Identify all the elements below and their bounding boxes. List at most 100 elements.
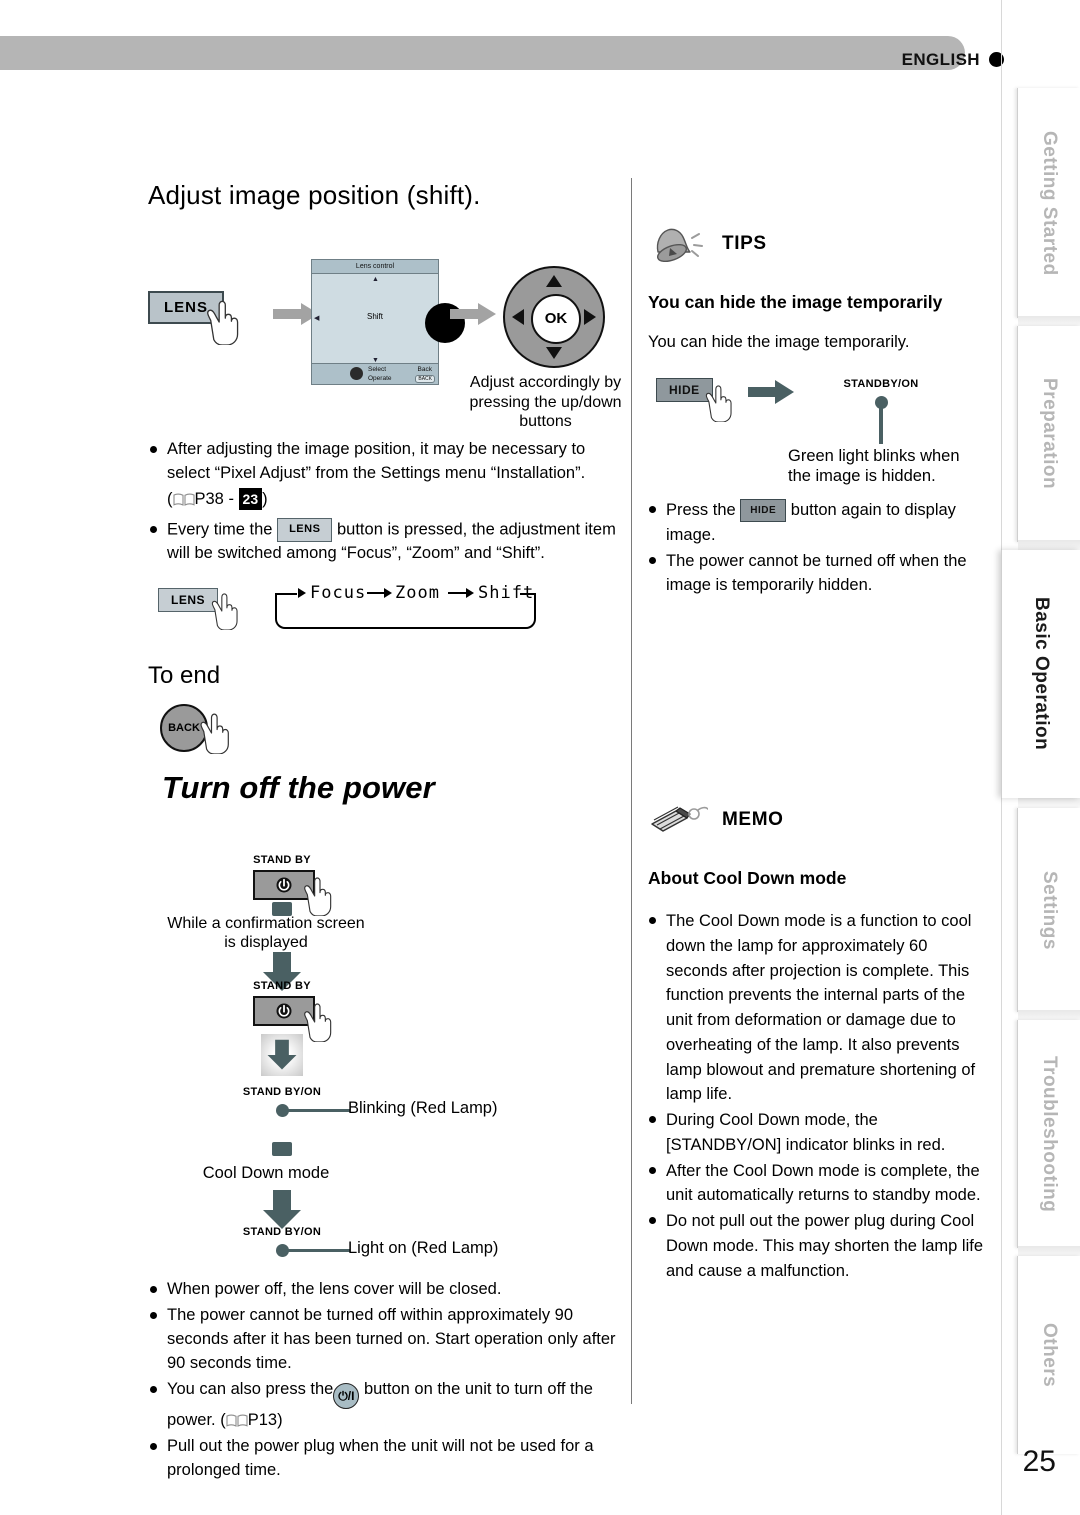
sidebar-item-troubleshooting[interactable]: Troubleshooting — [1017, 1020, 1080, 1248]
sidebar-item-basic-operation[interactable]: Basic Operation — [1001, 550, 1080, 798]
memo-heading: About Cool Down mode — [648, 868, 847, 888]
lens-button[interactable]: LENS — [148, 291, 225, 324]
list-item: The Cool Down mode is a function to cool… — [648, 909, 988, 1107]
tips-heading: You can hide the image temporarily — [648, 292, 943, 312]
ref-close: ) — [262, 489, 268, 508]
osd-body: ▲ ◀ ▶ ▼ Shift — [312, 274, 438, 364]
cycle-arrow-3-icon — [466, 587, 474, 598]
confirmation-note: While a confirmation screen is displayed — [167, 914, 365, 952]
header-language-label: ENGLISH — [901, 50, 980, 69]
lens-button-cycle[interactable]: LENS — [158, 587, 219, 612]
list-item: When power off, the lens cover will be c… — [148, 1278, 623, 1302]
list-item: Every time the LENS button is pressed, t… — [148, 517, 623, 566]
to-end-title: To end — [148, 661, 221, 689]
tips-header: TIPS — [648, 222, 988, 266]
lens-button-label: LENS — [148, 291, 225, 324]
sidebar-item-preparation[interactable]: Preparation — [1017, 326, 1080, 542]
light-on-red-lamp-text: Light on (Red Lamp) — [348, 1238, 499, 1257]
osd-lens-control-panel: Lens control ▲ ◀ ▶ ▼ Shift Select Operat… — [311, 259, 439, 385]
list-item: After adjusting the image position, it m… — [148, 438, 623, 512]
osd-title: Lens control — [312, 260, 438, 274]
sidebar-item-settings[interactable]: Settings — [1017, 808, 1080, 1012]
book-icon — [172, 490, 195, 506]
standby-button-1[interactable] — [253, 869, 315, 900]
flow-down-arrow-3-icon — [261, 1189, 303, 1230]
list-item: Do not pull out the power plug during Co… — [648, 1209, 988, 1283]
cycle-arrow-2-icon — [384, 587, 392, 598]
memo-header: MEMO — [648, 798, 988, 842]
header-bar — [0, 36, 965, 70]
list-item: The power cannot be turned off within ap… — [148, 1304, 623, 1376]
tab-label: Troubleshooting — [1039, 1055, 1060, 1213]
flow-connector-2 — [272, 1141, 292, 1156]
lens-button-inline[interactable]: LENS — [277, 517, 333, 542]
lens-button-cycle-label: LENS — [158, 587, 219, 612]
osd-wheel-icon — [350, 367, 363, 380]
indicator-caption: Green light blinks when the image is hid… — [788, 447, 960, 486]
list-item: During Cool Down mode, the [STANDBY/ON] … — [648, 1108, 988, 1158]
ref-badge: 23 — [238, 487, 263, 511]
note-power-part1: You can also press the — [167, 1379, 334, 1398]
right-column: TIPS You can hide the image temporarily … — [648, 222, 988, 1284]
pad-right-arrow-icon[interactable] — [584, 309, 596, 325]
lens-cycle-diagram: LENS Focus Zoom Shift — [148, 578, 623, 644]
osd-operate-label: Operate — [368, 375, 392, 382]
pad-left-arrow-icon[interactable] — [512, 309, 524, 325]
pencil-icon — [648, 798, 709, 842]
shift-notes-list: After adjusting the image position, it m… — [148, 438, 623, 566]
tips-paragraph: You can hide the image temporarily. — [648, 333, 910, 351]
tips-bullet-1-part1: Press the — [666, 501, 736, 519]
osd-back-button-label: BACK — [415, 375, 435, 383]
left-column: Adjust image position (shift). LENS Lens… — [148, 180, 623, 1485]
tab-label: Preparation — [1039, 378, 1060, 490]
osd-back-label: Back — [417, 366, 432, 373]
cursor-pad[interactable]: OK — [503, 266, 605, 368]
bullet-text-part1: Every time the — [167, 520, 273, 539]
cool-down-mode-text: Cool Down mode — [202, 1163, 330, 1182]
ok-button[interactable]: OK — [531, 294, 581, 344]
tips-title: TIPS — [722, 233, 767, 254]
hide-button-inline[interactable]: HIDE — [740, 499, 787, 523]
standby-on-label-1: STAND BY/ON — [242, 1085, 322, 1098]
to-end-diagram: BACK — [148, 690, 623, 762]
pad-down-arrow-icon[interactable] — [546, 347, 562, 359]
power-symbol-icon — [276, 1003, 292, 1019]
power-off-flow-diagram: STAND BY While a confirmation screen is … — [148, 854, 623, 1294]
loop-edge-left — [275, 592, 297, 595]
bullet-text: After adjusting the image position, it m… — [167, 440, 586, 482]
page-number: 25 — [1022, 1445, 1056, 1478]
pad-caption: Adjust accordingly by pressing the up/do… — [469, 374, 622, 431]
turn-off-power-title: Turn off the power — [162, 769, 435, 805]
cycle-item-zoom: Zoom — [395, 582, 440, 603]
tips-bullet-list: Press the HIDE button again to display i… — [648, 498, 988, 598]
cycle-line-1 — [367, 591, 385, 594]
list-item: Press the HIDE button again to display i… — [648, 498, 988, 548]
pad-up-arrow-icon[interactable] — [546, 275, 562, 287]
column-divider — [631, 178, 632, 1404]
note-power-ref: P13 — [247, 1411, 278, 1430]
tab-label: Others — [1039, 1322, 1060, 1388]
section-title-adjust-shift: Adjust image position (shift). — [148, 180, 481, 210]
osd-up-arrow-icon: ▲ — [372, 276, 379, 283]
bell-icon — [648, 222, 708, 266]
cycle-line-2 — [448, 591, 467, 594]
cycle-item-focus: Focus — [310, 582, 367, 603]
standby-button-2[interactable] — [253, 995, 315, 1026]
flow-arrow-2-icon — [450, 303, 496, 330]
power-off-notes-list: When power off, the lens cover will be c… — [148, 1278, 623, 1483]
shift-flow-diagram: LENS Lens control ▲ ◀ ▶ ▼ Shift — [148, 225, 623, 430]
tab-label: Basic Operation — [1031, 597, 1052, 751]
sidebar-item-getting-started[interactable]: Getting Started — [1017, 88, 1080, 318]
blinking-red-lamp-text: Blinking (Red Lamp) — [348, 1098, 498, 1117]
flow-down-arrow-2-icon — [261, 1033, 303, 1076]
back-button[interactable]: BACK — [160, 703, 208, 752]
hide-button[interactable]: HIDE — [656, 378, 713, 402]
power-symbol-icon: ⏻/I — [333, 1383, 360, 1410]
sidebar-item-others[interactable]: Others — [1017, 1256, 1080, 1454]
list-item: Pull out the power plug when the unit wi… — [148, 1435, 623, 1483]
osd-footer: Select Operate Back BACK — [312, 363, 438, 384]
osd-select-label: Select — [368, 366, 387, 373]
book-icon — [226, 1411, 248, 1428]
list-item: You can also press the ⏻/I button on the … — [148, 1378, 623, 1434]
list-item: The power cannot be turned off when the … — [648, 549, 988, 599]
